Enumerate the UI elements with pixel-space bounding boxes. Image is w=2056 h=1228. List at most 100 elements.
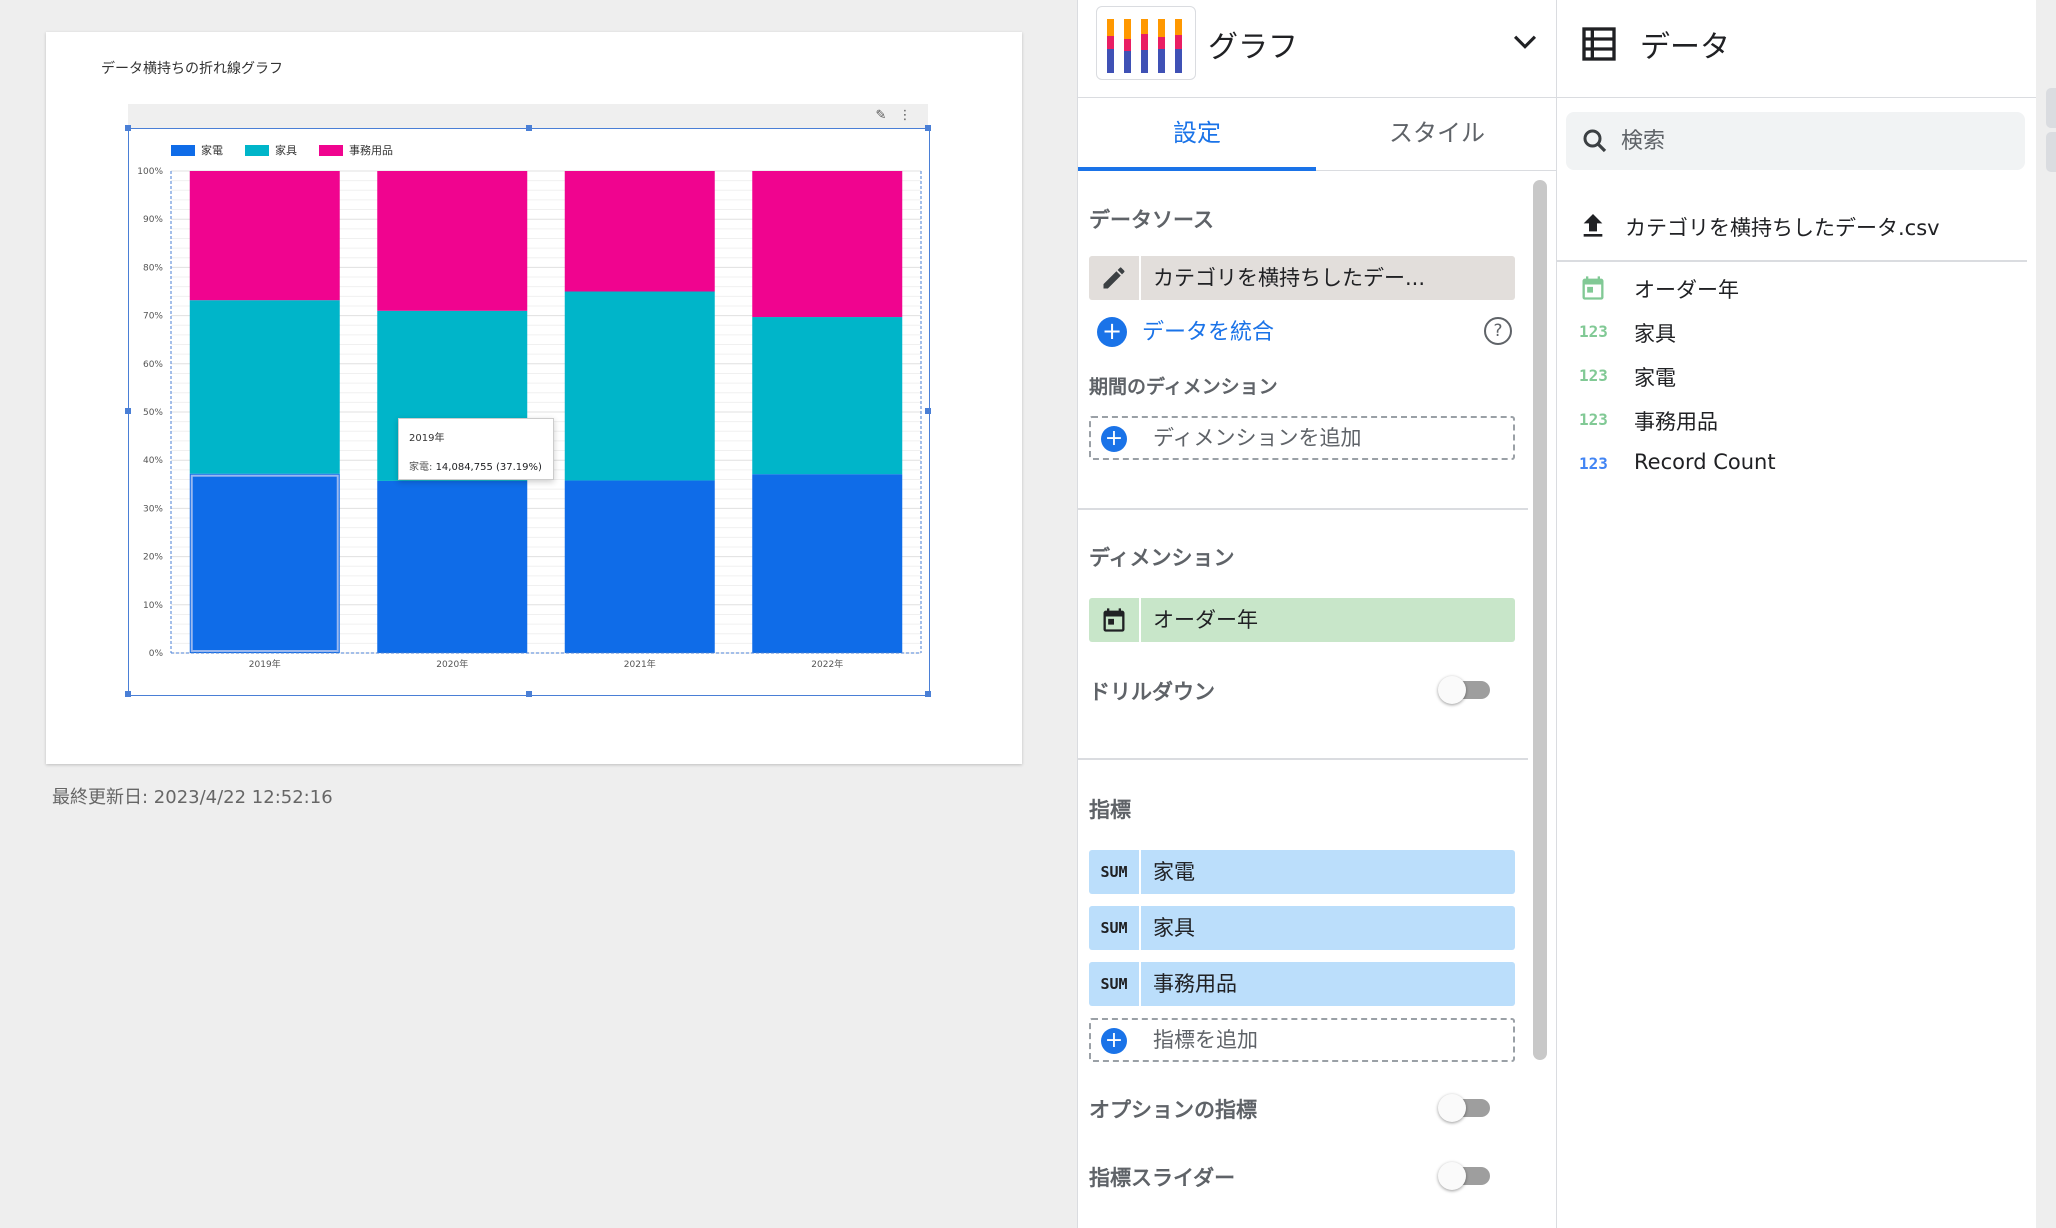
metric-chip[interactable]: SUM 家具 (1089, 906, 1515, 950)
y-tick-label: 60% (143, 360, 163, 370)
field-label: 家電 (1634, 366, 1676, 390)
y-tick-label: 90% (143, 215, 163, 225)
dimension-chip[interactable]: オーダー年 (1089, 598, 1515, 642)
aggregation-badge[interactable]: SUM (1089, 962, 1141, 1006)
bar-segment (564, 171, 715, 292)
field-item[interactable]: 123 事務用品 (1557, 398, 2027, 442)
drilldown-toggle[interactable] (1438, 674, 1494, 704)
y-tick-label: 80% (143, 263, 163, 273)
blend-data-link[interactable]: データを統合 (1142, 314, 1274, 346)
resize-handle[interactable] (526, 691, 532, 697)
bar-segment (752, 474, 903, 653)
data-source-chip[interactable]: カテゴリを横持ちしたデー... (1089, 256, 1515, 300)
number-type-icon: 123 (1579, 454, 1608, 473)
legend-label: 家電 (201, 143, 223, 157)
y-tick-label: 20% (143, 553, 163, 563)
metric-name: 事務用品 (1153, 972, 1237, 996)
field-label: 事務用品 (1634, 410, 1718, 434)
resize-handle[interactable] (925, 408, 931, 414)
x-tick-label: 2022年 (811, 658, 843, 670)
tooltip-series: 家電 (409, 462, 429, 473)
upload-icon (1583, 214, 1603, 237)
table-icon (1582, 27, 1616, 61)
y-tick-label: 70% (143, 312, 163, 322)
data-source-row[interactable]: カテゴリを横持ちしたデータ.csv (1557, 200, 2027, 262)
chart-type-label: グラフ (1208, 30, 1298, 65)
field-item[interactable]: 123 家具 (1557, 310, 2027, 354)
resize-handle[interactable] (526, 125, 532, 131)
chart-type-selector[interactable]: グラフ (1078, 0, 1558, 98)
add-metric-label: 指標を追加 (1153, 1028, 1258, 1052)
search-box[interactable] (1566, 112, 2025, 170)
field-item[interactable]: 123 家電 (1557, 354, 2027, 398)
number-type-icon: 123 (1579, 366, 1608, 385)
metric-chip[interactable]: SUM 家電 (1089, 850, 1515, 894)
y-tick-label: 10% (143, 601, 163, 611)
add-metric-button[interactable]: + 指標を追加 (1089, 1018, 1515, 1062)
tooltip-title: 2019年 (409, 433, 445, 444)
aggregation-badge[interactable]: SUM (1089, 906, 1141, 950)
add-circle-icon[interactable]: + (1101, 426, 1127, 452)
section-title-data-source: データソース (1089, 208, 1214, 232)
more-vert-icon[interactable]: ⋮ (896, 107, 914, 125)
resize-handle[interactable] (925, 691, 931, 697)
bar-segment (377, 171, 528, 311)
resize-handle[interactable] (925, 125, 931, 131)
last-updated-text: 最終更新日: 2023/4/22 12:52:16 (52, 787, 333, 808)
tab-setup[interactable]: 設定 (1078, 99, 1316, 171)
add-circle-icon[interactable]: + (1101, 1028, 1127, 1054)
chart-tooltip: 2019年 家電: 14,084,755 (37.19%) (398, 418, 554, 480)
report-page: データ横持ちの折れ線グラフ ✎ ⋮ 0% 10% 20% 30% 40% 50% 60% 70… (46, 32, 1022, 764)
legend-label: 家具 (275, 143, 297, 157)
chevron-down-icon[interactable] (1508, 24, 1542, 58)
number-type-icon: 123 (1579, 410, 1608, 429)
stacked-bar-chart[interactable]: 0%10%20%30%40%50%60%70%80%90%100%2019年 20… (129, 129, 929, 695)
field-label: 家具 (1634, 322, 1676, 346)
properties-panel: グラフ 設定 スタイル データソース カテゴリを横持ちしたデー... + データ… (1077, 0, 1558, 1228)
section-title-date-dimension: 期間のディメンション (1089, 376, 1278, 398)
help-icon[interactable]: ? (1484, 317, 1512, 345)
legend-swatch (245, 145, 269, 156)
blend-data-row[interactable]: + データを統合 ? (1089, 312, 1515, 352)
bar-segment (189, 300, 340, 474)
panel-edge-nub[interactable] (2046, 88, 2056, 128)
optional-metrics-label: オプションの指標 (1089, 1098, 1257, 1122)
metric-chip[interactable]: SUM 事務用品 (1089, 962, 1515, 1006)
bar-segment (752, 171, 903, 318)
aggregation-badge[interactable]: SUM (1089, 850, 1141, 894)
resize-handle[interactable] (125, 408, 131, 414)
data-panel-header: データ (1557, 0, 2037, 98)
optional-metrics-toggle[interactable] (1438, 1092, 1494, 1122)
add-date-dimension-button[interactable]: + ディメンションを追加 (1089, 416, 1515, 460)
calendar-icon (1579, 274, 1613, 302)
x-tick-label: 2020年 (436, 658, 468, 670)
add-circle-icon[interactable]: + (1097, 317, 1127, 347)
resize-handle[interactable] (125, 691, 131, 697)
calendar-icon (1089, 598, 1141, 642)
drilldown-label: ドリルダウン (1089, 680, 1215, 704)
x-tick-label: 2021年 (624, 658, 656, 670)
chart-frame[interactable]: 0% 10% 20% 30% 40% 50% 60% 70% 80% 90% 100% 2019年 20… (125, 125, 931, 697)
y-tick-label: 100% (137, 167, 163, 177)
field-item[interactable]: 123 Record Count (1557, 442, 2027, 486)
stacked-bar-chart-icon[interactable] (1096, 6, 1196, 80)
tab-style[interactable]: スタイル (1318, 99, 1556, 171)
field-item[interactable]: オーダー年 (1557, 266, 2027, 310)
bar-segment (377, 480, 528, 653)
resize-handle[interactable] (125, 125, 131, 131)
x-tick-label: 2019年 (249, 658, 281, 670)
tooltip-line: 家電: 14,084,755 (37.19%) (409, 462, 542, 473)
metric-name: 家具 (1153, 916, 1195, 940)
scrollbar[interactable] (1533, 180, 1547, 1060)
metric-slider-toggle[interactable] (1438, 1160, 1494, 1190)
panel-edge-nub[interactable] (2046, 132, 2056, 172)
data-source-name: カテゴリを横持ちしたデー... (1153, 266, 1426, 290)
number-type-icon: 123 (1579, 322, 1608, 341)
search-input[interactable] (1621, 120, 2011, 162)
edit-pencil-icon[interactable]: ✎ (872, 107, 890, 125)
section-title-metrics: 指標 (1089, 798, 1131, 822)
section-divider (1078, 508, 1528, 510)
bar-segment (752, 317, 903, 475)
edit-pencil-icon[interactable] (1089, 256, 1141, 300)
add-date-dimension-label: ディメンションを追加 (1153, 426, 1362, 450)
